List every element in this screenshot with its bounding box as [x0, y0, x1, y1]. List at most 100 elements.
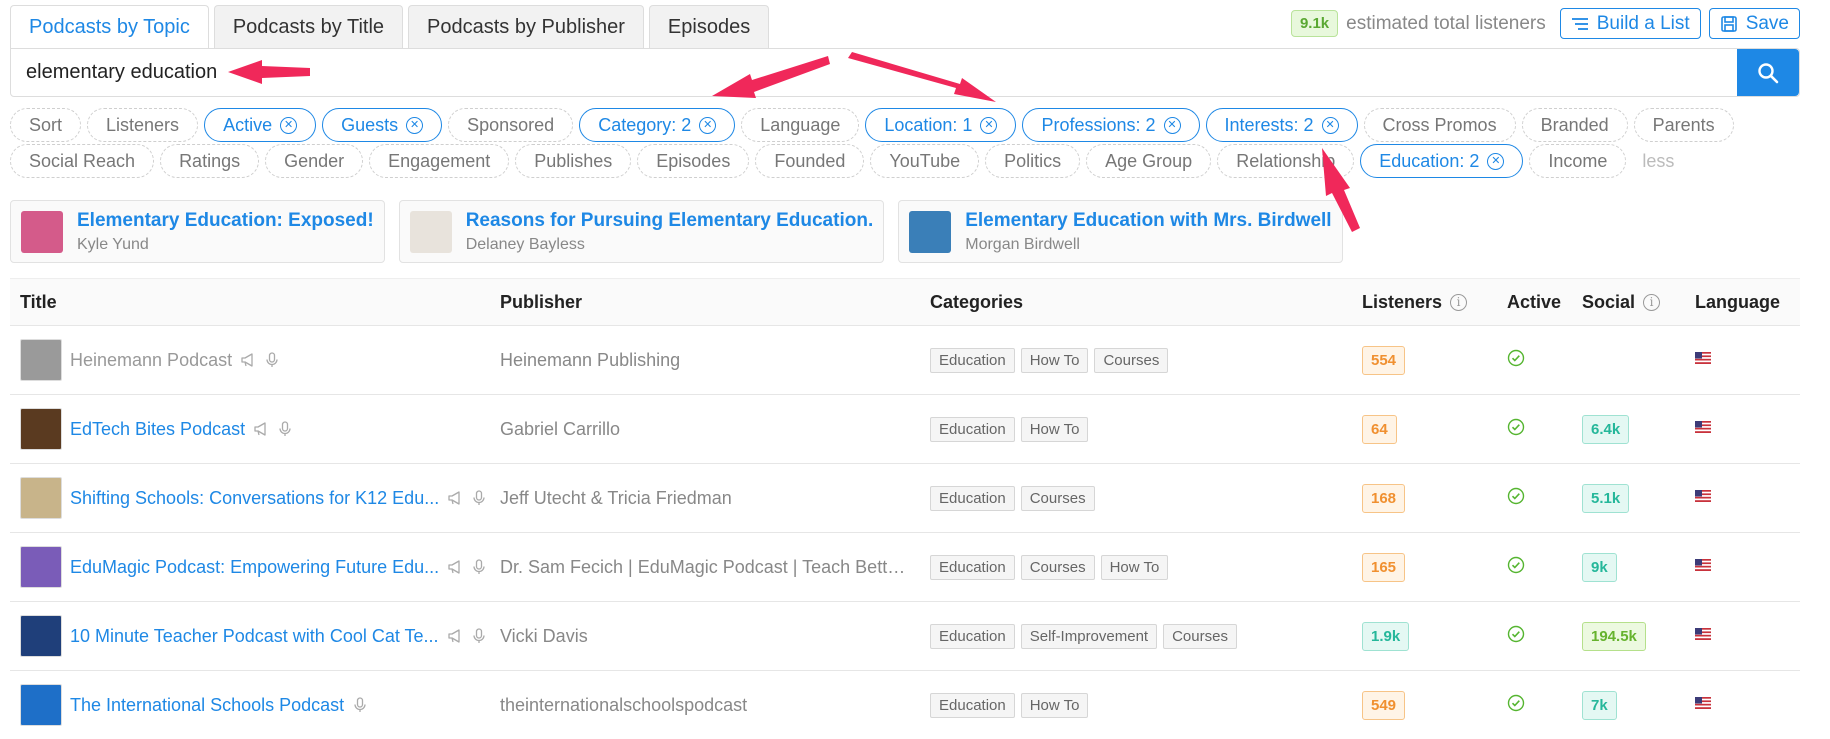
podcast-cover-image [20, 615, 62, 657]
filter-chip-professions[interactable]: Professions: 2 ✕ [1022, 108, 1200, 142]
col-header-language[interactable]: Language [1695, 292, 1785, 313]
col-header-active[interactable]: Active [1507, 292, 1582, 313]
table-row[interactable]: The International Schools Podcast theinte… [10, 671, 1800, 739]
suggested-podcast-card[interactable]: Reasons for Pursuing Elementary Educatio… [398, 200, 885, 263]
filter-chip-active[interactable]: Active ✕ [204, 108, 317, 142]
tab-podcasts-by-topic[interactable]: Podcasts by Topic [10, 5, 209, 49]
table-row[interactable]: EduMagic Podcast: Empowering Future Edu.… [10, 533, 1800, 602]
card-text: Reasons for Pursuing Elementary Educatio… [466, 210, 874, 254]
remove-filter-icon[interactable]: ✕ [699, 116, 717, 134]
filter-chip-label: Politics [1004, 150, 1062, 171]
publisher-cell: Vicki Davis [500, 625, 588, 646]
filter-chip-politics[interactable]: Politics [985, 144, 1081, 178]
table-row[interactable]: 10 Minute Teacher Podcast with Cool Cat … [10, 602, 1800, 671]
filter-chip-age-group[interactable]: Age Group [1086, 144, 1212, 178]
social-cell: 6.4k [1582, 414, 1695, 444]
filter-chip-sort[interactable]: Sort [10, 108, 82, 142]
podcast-title-link[interactable]: EduMagic Podcast: Empowering Future Edu.… [70, 557, 439, 578]
podcast-cover-image [409, 210, 452, 253]
filter-chip-publishes[interactable]: Publishes [515, 144, 632, 178]
category-tag: Courses [1163, 623, 1237, 649]
listeners-badge: 549 [1362, 690, 1406, 720]
filter-chip-cross-promos[interactable]: Cross Promos [1363, 108, 1516, 142]
search-button[interactable] [1737, 49, 1799, 96]
podcast-title-link[interactable]: EdTech Bites Podcast [70, 419, 245, 440]
card-title[interactable]: Elementary Education: Exposed! [77, 210, 374, 232]
active-cell [1507, 556, 1582, 579]
search-input[interactable] [11, 49, 1737, 96]
filter-chip-relationship[interactable]: Relationship [1217, 144, 1355, 178]
remove-filter-icon[interactable]: ✕ [1321, 116, 1339, 134]
filter-chip-parents[interactable]: Parents [1633, 108, 1734, 142]
active-check-icon [1507, 694, 1525, 711]
card-title[interactable]: Elementary Education with Mrs. Birdwell [965, 210, 1331, 232]
filter-chip-gender[interactable]: Gender [265, 144, 364, 178]
suggested-podcast-card[interactable]: Elementary Education: Exposed! Kyle Yund [10, 200, 385, 263]
remove-filter-icon[interactable]: ✕ [280, 116, 298, 134]
table-row[interactable]: EdTech Bites Podcast Gabriel Carrillo Educ… [10, 395, 1800, 464]
info-icon[interactable]: i [1643, 293, 1661, 311]
podcast-title-link[interactable]: Heinemann Podcast [70, 350, 232, 371]
less-filters-link[interactable]: less [1642, 151, 1674, 172]
info-icon[interactable]: i [1450, 293, 1468, 311]
filter-chip-episodes[interactable]: Episodes [637, 144, 750, 178]
filter-chip-founded[interactable]: Founded [755, 144, 865, 178]
tab-podcasts-by-title[interactable]: Podcasts by Title [213, 5, 404, 49]
save-button[interactable]: Save [1708, 8, 1800, 39]
social-badge: 5.1k [1582, 483, 1630, 513]
publisher-cell: Dr. Sam Fecich | EduMagic Podcast | Teac… [500, 556, 930, 577]
category-tag: Education [930, 692, 1015, 718]
col-header-title[interactable]: Title [10, 292, 500, 313]
remove-filter-icon[interactable]: ✕ [1487, 152, 1505, 170]
listeners-cell: 165 [1362, 552, 1507, 582]
categories-cell: Education How To Courses [930, 347, 1362, 373]
filter-chip-interests[interactable]: Interests: 2 ✕ [1205, 108, 1358, 142]
tab-podcasts-by-publisher[interactable]: Podcasts by Publisher [408, 5, 644, 49]
suggested-podcast-card[interactable]: Elementary Education with Mrs. Birdwell M… [898, 200, 1343, 263]
category-tag: Courses [1094, 347, 1169, 373]
col-header-social[interactable]: Social i [1582, 292, 1695, 313]
table-row[interactable]: Shifting Schools: Conversations for K12 … [10, 464, 1800, 533]
title-cell: EduMagic Podcast: Empowering Future Edu.… [10, 546, 500, 588]
remove-filter-icon[interactable]: ✕ [980, 116, 998, 134]
col-header-listeners[interactable]: Listeners i [1362, 292, 1507, 313]
remove-filter-icon[interactable]: ✕ [1163, 116, 1181, 134]
language-cell [1695, 420, 1785, 438]
podcast-title-link[interactable]: Shifting Schools: Conversations for K12 … [70, 488, 439, 509]
language-cell [1695, 627, 1785, 645]
filter-chip-income[interactable]: Income [1529, 144, 1627, 178]
filter-chip-guests[interactable]: Guests ✕ [322, 108, 443, 142]
filter-chip-listeners[interactable]: Listeners [87, 108, 199, 142]
build-list-button[interactable]: Build a List [1559, 8, 1701, 39]
active-cell [1507, 418, 1582, 441]
podcast-title-link[interactable]: 10 Minute Teacher Podcast with Cool Cat … [70, 626, 439, 647]
podcast-cover-image [20, 546, 62, 588]
filter-chip-youtube[interactable]: YouTube [870, 144, 980, 178]
filter-chip-education[interactable]: Education: 2 ✕ [1360, 144, 1524, 178]
tab-episodes[interactable]: Episodes [648, 5, 770, 49]
table-row[interactable]: Heinemann Podcast Heinemann Publishing Edu… [10, 326, 1800, 395]
remove-filter-icon[interactable]: ✕ [406, 116, 424, 134]
filter-chip-label: Social Reach [29, 150, 136, 171]
filter-chip-sponsored[interactable]: Sponsored [448, 108, 574, 142]
listeners-badge: 1.9k [1362, 621, 1410, 651]
filter-chip-ratings[interactable]: Ratings [160, 144, 260, 178]
filter-chip-engagement[interactable]: Engagement [369, 144, 510, 178]
filter-chip-language[interactable]: Language [741, 108, 860, 142]
filter-row-2: Social Reach Ratings Gender Engagement Publi… [10, 144, 1674, 178]
podcast-title-link[interactable]: The International Schools Podcast [70, 695, 344, 716]
col-header-publisher[interactable]: Publisher [500, 292, 930, 313]
filter-chip-category[interactable]: Category: 2 ✕ [579, 108, 736, 142]
card-title[interactable]: Reasons for Pursuing Elementary Educatio… [466, 210, 874, 232]
category-tag: How To [1020, 347, 1089, 373]
title-cell: Heinemann Podcast [10, 339, 500, 381]
filter-chip-label: Interests: 2 [1224, 114, 1314, 135]
podcast-cover-image [20, 408, 62, 450]
filter-chip-label: Publishes [534, 150, 613, 171]
filter-chip-social-reach[interactable]: Social Reach [10, 144, 155, 178]
filter-chip-location[interactable]: Location: 1 ✕ [865, 108, 1017, 142]
categories-cell: Education How To [930, 692, 1362, 718]
social-cell: 9k [1582, 552, 1695, 582]
category-tag: Education [930, 485, 1015, 511]
filter-chip-branded[interactable]: Branded [1521, 108, 1628, 142]
